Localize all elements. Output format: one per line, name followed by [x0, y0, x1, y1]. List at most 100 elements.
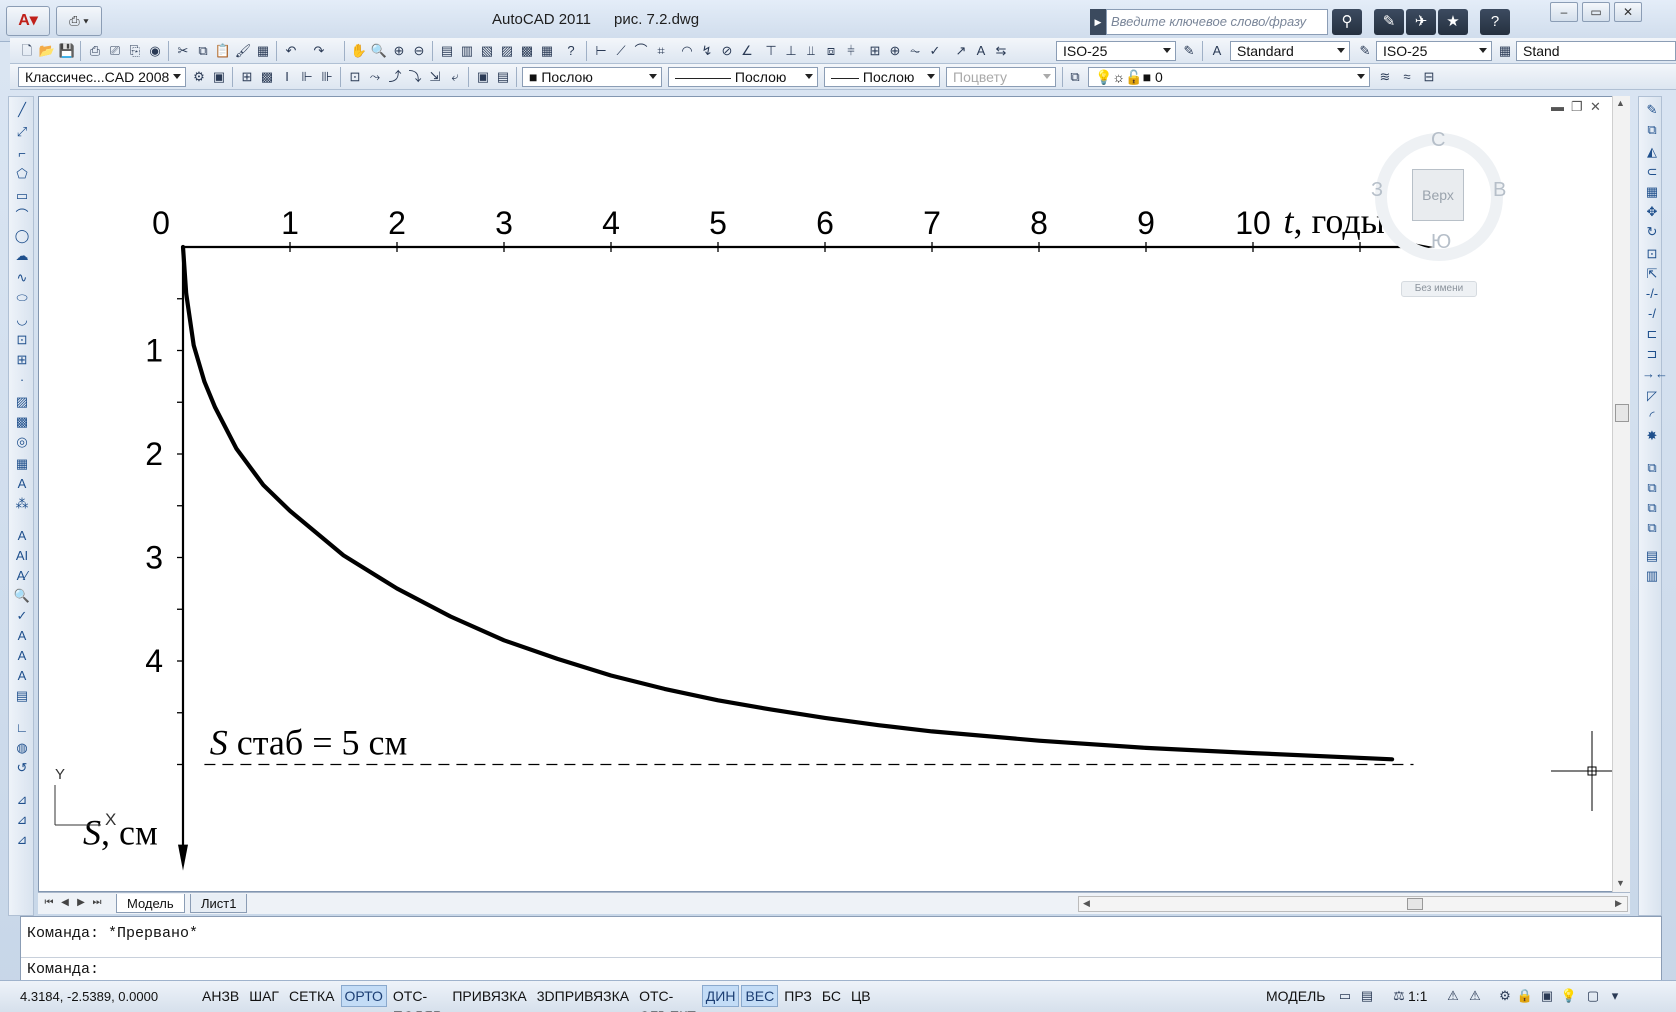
draworder-under-icon[interactable]: ⧉ [1642, 519, 1662, 537]
workspace-switch-icon[interactable]: ⚙ [1496, 987, 1514, 1005]
polyline-icon[interactable]: ⌐ [12, 145, 32, 163]
arc-length-icon[interactable]: ⌒ [632, 42, 650, 60]
status-toggle[interactable]: БС [818, 985, 845, 1007]
minimize-button[interactable]: – [1550, 2, 1578, 22]
draworder-back-icon[interactable]: ⧉ [1642, 479, 1662, 497]
3d-dwf-icon[interactable]: ◉ [146, 42, 164, 60]
break-at-point-icon[interactable]: ⊏ [1642, 325, 1662, 343]
binoculars-icon[interactable]: ⚲ [1332, 9, 1362, 35]
redo-icon[interactable]: ↷ [310, 42, 328, 60]
copy-object-icon[interactable]: ⧉ [1642, 121, 1662, 139]
dimstyle-manager-icon[interactable]: ✎ [1180, 42, 1198, 60]
scale-text-icon[interactable]: A [12, 647, 32, 665]
spline-edit-icon[interactable]: ⊩ [298, 68, 316, 86]
drawing-area[interactable]: 0 1 2 3 4 5 6 7 8 9 10 1234 t, годы S, см S стаб =… [38, 96, 1630, 892]
ucs-view-icon[interactable]: ⊿ [12, 831, 32, 849]
sync-attributes-icon[interactable]: ⤵ [406, 68, 424, 86]
quick-access-button[interactable]: ⎙ ▾ [56, 6, 102, 36]
text-edit-icon[interactable]: I [278, 68, 296, 86]
make-block-icon[interactable]: ⊞ [12, 351, 32, 369]
trim-icon[interactable]: -/- [1642, 285, 1662, 303]
spline-icon[interactable]: ∿ [12, 269, 32, 287]
ucs-face-icon[interactable]: ⊿ [12, 791, 32, 809]
lock-ui-icon[interactable]: 🔒 [1516, 987, 1534, 1005]
layer-select[interactable]: 💡☼🔓■ 0 [1088, 67, 1370, 87]
inspection-icon[interactable]: ⏦ [906, 42, 924, 60]
linear-dim-icon[interactable]: ⊢ [592, 42, 610, 60]
diameter-dim-icon[interactable]: ⊘ [718, 42, 736, 60]
search-expand-icon[interactable]: ▶ [1090, 9, 1106, 35]
save-icon[interactable]: 💾 [58, 42, 76, 60]
erase-icon[interactable]: ✎ [1642, 101, 1662, 119]
annotation-visibility-icon[interactable]: ⚠ [1444, 987, 1462, 1005]
hatch-to-back-icon[interactable]: ▥ [1642, 567, 1662, 585]
tab-layout1[interactable]: Лист1 [190, 894, 248, 913]
extend-icon[interactable]: -/ [1642, 305, 1662, 323]
status-toggle[interactable]: ОТС-ПОЛЯР [389, 985, 446, 1012]
single-line-text-icon[interactable]: AI [12, 547, 32, 565]
undo-icon[interactable]: ↶ [282, 42, 300, 60]
vertical-scrollbar[interactable]: ▲ ▼ [1612, 96, 1630, 892]
insert-block-icon[interactable]: ⊡ [12, 331, 32, 349]
last-tab-icon[interactable]: ⏭ [90, 896, 104, 910]
join-icon[interactable]: →← [1642, 365, 1668, 383]
clean-screen-icon[interactable]: ▢ [1584, 987, 1602, 1005]
text-style-icon[interactable]: A [1208, 42, 1226, 60]
draworder-above-icon[interactable]: ⧉ [1642, 499, 1662, 517]
ucs-world-icon[interactable]: ◍ [12, 739, 32, 757]
horizontal-scroll-thumb[interactable] [1407, 898, 1423, 910]
help-icon-small[interactable]: ? [562, 42, 580, 60]
block-editor-icon[interactable]: ▦ [254, 42, 272, 60]
angular-dim-icon[interactable]: ∠ [738, 42, 756, 60]
status-menu-icon[interactable]: ▾ [1606, 987, 1624, 1005]
layer-isolate-icon[interactable]: ▣ [474, 68, 492, 86]
cut-icon[interactable]: ✂ [174, 42, 192, 60]
hatch-draw-icon[interactable]: ▨ [12, 393, 32, 411]
layer-unisolate-icon[interactable]: ▤ [494, 68, 512, 86]
hatch-icon[interactable]: ▩ [258, 68, 276, 86]
command-prompt[interactable]: Команда: [27, 961, 99, 978]
spell-check-icon[interactable]: ✓ [12, 607, 32, 625]
lineweight-select[interactable]: —— Послою [824, 67, 940, 87]
scale-icon[interactable]: ⊡ [1642, 245, 1662, 263]
copy-icon[interactable]: ⧉ [194, 42, 212, 60]
scroll-left-icon[interactable]: ◀ [1083, 898, 1090, 909]
ellipse-icon[interactable]: ⬭ [12, 289, 32, 307]
add-selected-icon[interactable]: ⁂ [12, 495, 32, 513]
radius-dim-icon[interactable]: ◠ [678, 42, 696, 60]
aligned-dim-icon[interactable]: ⟋ [612, 42, 630, 60]
annotation-scale-icon[interactable]: ⚖ [1390, 987, 1408, 1005]
paste-icon[interactable]: 📋 [214, 42, 232, 60]
table-style-select[interactable]: Stand [1516, 41, 1676, 61]
plot-icon[interactable]: ⎙ [86, 42, 104, 60]
text-style-select[interactable]: Standard [1230, 41, 1350, 61]
text-to-front-icon[interactable]: ▤ [1642, 547, 1662, 565]
prev-tab-icon[interactable]: ◀ [58, 896, 72, 910]
sheet-set-icon[interactable]: ▨ [498, 42, 516, 60]
move-icon[interactable]: ✥ [1642, 203, 1662, 221]
attribute-edit-icon[interactable]: ⤴ [386, 68, 404, 86]
continue-dim-icon[interactable]: ⫫ [802, 42, 820, 60]
status-toggle[interactable]: 3DПРИВЯЗКА [533, 985, 633, 1007]
status-toggle[interactable]: АНЗВ [198, 985, 243, 1007]
quick-view-layouts-icon[interactable]: ▭ [1336, 987, 1354, 1005]
justify-text-icon[interactable]: A [12, 667, 32, 685]
circle-icon[interactable]: ◯ [12, 227, 32, 245]
status-toggle[interactable]: ЦВ [847, 985, 875, 1007]
favorites-star-icon[interactable]: ★ [1438, 9, 1468, 35]
wrench-icon[interactable]: ✎ [1374, 9, 1404, 35]
block-attribute-icon[interactable]: ⊡ [346, 68, 364, 86]
isolate-objects-icon[interactable]: 💡 [1560, 987, 1578, 1005]
dim-break-icon[interactable]: ⫩ [842, 42, 860, 60]
quick-view-drawings-icon[interactable]: ▤ [1358, 987, 1376, 1005]
table-icon[interactable]: ▦ [12, 455, 32, 473]
command-line[interactable]: Команда: *Прервано* Команда: [20, 916, 1662, 981]
dim-style-icon[interactable]: ⇆ [992, 42, 1010, 60]
linetype-select[interactable]: ———— Послою [668, 67, 818, 87]
chamfer-icon[interactable]: ◸ [1642, 387, 1662, 405]
text-style-side-icon[interactable]: A [12, 627, 32, 645]
customize-icon[interactable]: ▣ [210, 68, 228, 86]
dim-update-icon[interactable]: A [972, 42, 990, 60]
edit-text-icon[interactable]: A⁄ [12, 567, 32, 585]
new-file-icon[interactable]: 🗋 [18, 42, 36, 60]
